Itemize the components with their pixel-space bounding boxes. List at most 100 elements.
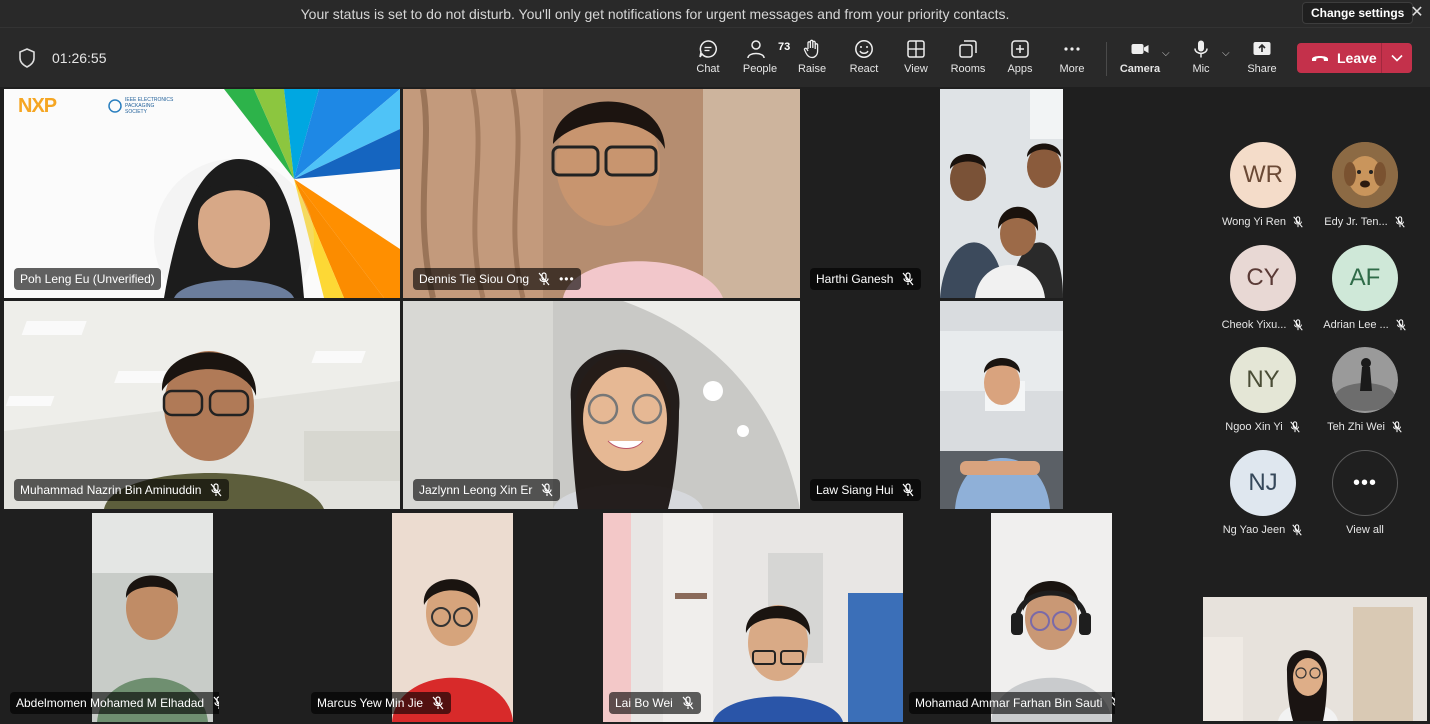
participant-name: Dennis Tie Siou Ong xyxy=(419,272,530,286)
mic-off-icon xyxy=(541,483,553,497)
video-tile-speaker-1[interactable]: NXP IEEE ELECTRONICS PACKAGING SOCIETY P… xyxy=(4,89,400,298)
video-feed-law[interactable] xyxy=(940,301,1063,509)
tile-more-options-icon[interactable]: ••• xyxy=(559,272,575,286)
video-feed xyxy=(4,301,400,509)
hang-up-icon xyxy=(1312,56,1328,61)
mic-off-icon xyxy=(1293,216,1303,228)
roster-item[interactable]: Teh Zhi Wei xyxy=(1313,347,1417,447)
participant-name: Abdelmomen Mohamed M Elhadad xyxy=(16,696,205,710)
more-dots-icon xyxy=(1064,47,1080,51)
camera-icon xyxy=(1131,44,1149,54)
roster-item[interactable]: Edy Jr. Ten... xyxy=(1313,142,1417,242)
roster-name-row: Ngoo Xin Yi xyxy=(1225,421,1300,433)
leave-main-button[interactable]: Leave xyxy=(1297,43,1381,73)
mic-off-icon xyxy=(432,696,444,710)
participant-name-tag: Harthi Ganesh xyxy=(810,268,922,290)
participant-name: Lai Bo Wei xyxy=(615,696,673,710)
nxp-logo: NXP xyxy=(18,95,57,117)
view-all-button[interactable]: ••• View all xyxy=(1313,450,1417,550)
view-all-label: View all xyxy=(1346,524,1384,536)
chat-icon xyxy=(699,40,717,58)
change-settings-button[interactable]: Change settings xyxy=(1302,2,1414,24)
people-icon xyxy=(747,40,765,59)
more-dots-icon: ••• xyxy=(1332,450,1398,516)
apps-button[interactable]: Apps xyxy=(994,38,1046,82)
meeting-timer: 01:26:55 xyxy=(52,50,107,66)
rooms-label: Rooms xyxy=(950,63,986,75)
avatar xyxy=(1332,142,1398,208)
mic-options-chevron-icon[interactable]: ⌵ xyxy=(1222,48,1230,59)
video-tile-participant[interactable]: Lai Bo Wei xyxy=(603,513,903,722)
more-button[interactable]: More xyxy=(1046,38,1098,82)
mic-off-icon xyxy=(682,696,694,710)
participant-name: Poh Leng Eu (Unverified) xyxy=(20,272,155,286)
dnd-notification-bar: Your status is set to do not disturb. Yo… xyxy=(0,0,1430,27)
roster-name-row: Cheok Yixu... xyxy=(1222,319,1305,331)
roster-item[interactable]: NY Ngoo Xin Yi xyxy=(1211,347,1315,447)
video-tile-participant[interactable]: Dennis Tie Siou Ong ••• xyxy=(403,89,800,298)
video-tile-participant[interactable]: Harthi Ganesh xyxy=(804,89,940,298)
participant-name-tag: Lai Bo Wei xyxy=(609,692,701,714)
mic-button[interactable]: Mic xyxy=(1175,38,1227,82)
close-icon[interactable]: ✕ xyxy=(1408,3,1426,23)
leave-button[interactable]: Leave xyxy=(1297,43,1412,73)
grid-view-icon xyxy=(907,40,925,58)
participant-name-tag: Law Siang Hui xyxy=(810,479,922,501)
more-label: More xyxy=(1059,63,1085,75)
mic-off-icon xyxy=(1292,524,1302,536)
camera-button[interactable]: Camera xyxy=(1114,38,1166,82)
video-feed-harthi[interactable] xyxy=(940,89,1063,298)
video-feed xyxy=(1203,597,1427,721)
self-view-tile[interactable] xyxy=(1203,597,1427,721)
roster-item[interactable]: NJ Ng Yao Jeen xyxy=(1211,450,1315,550)
participant-name-tag: Dennis Tie Siou Ong ••• xyxy=(413,268,581,290)
video-tile-participant[interactable]: Mohamad Ammar Farhan Bin Sauti xyxy=(905,513,1115,722)
video-feed xyxy=(991,513,1112,722)
roster-name: Wong Yi Ren xyxy=(1221,216,1286,228)
presentation-background xyxy=(4,89,400,298)
toolbar-divider xyxy=(1106,42,1107,76)
people-button[interactable]: 73 People xyxy=(734,38,790,82)
rooms-button[interactable]: Rooms xyxy=(942,38,994,82)
roster-name-row: Wong Yi Ren xyxy=(1222,216,1304,228)
roster-name-row: Edy Jr. Ten... xyxy=(1324,216,1405,228)
smiley-icon xyxy=(855,40,873,58)
avatar: WR xyxy=(1230,142,1296,208)
video-tile-participant[interactable]: Law Siang Hui xyxy=(804,301,940,509)
participant-name-tag: Muhammad Nazrin Bin Aminuddin xyxy=(14,479,230,501)
video-tile-participant[interactable]: Abdelmomen Mohamed M Elhadad xyxy=(4,513,219,722)
roster-name: Teh Zhi Wei xyxy=(1327,421,1385,433)
people-label: People xyxy=(742,63,778,75)
mic-off-icon xyxy=(538,272,550,286)
leave-options-chevron-icon[interactable] xyxy=(1382,43,1412,73)
mic-off-icon xyxy=(1290,421,1300,433)
participant-name-tag: Marcus Yew Min Jie xyxy=(311,692,452,714)
video-feed xyxy=(940,301,1063,509)
avatar: NJ xyxy=(1230,450,1296,516)
video-tile-participant[interactable]: Jazlynn Leong Xin Er xyxy=(403,301,800,509)
participant-name: Harthi Ganesh xyxy=(816,272,894,286)
roster-name-row: Adrian Lee ... xyxy=(1323,319,1406,331)
chat-button[interactable]: Chat xyxy=(682,38,734,82)
video-tile-participant[interactable]: Marcus Yew Min Jie xyxy=(305,513,514,722)
share-label: Share xyxy=(1247,63,1277,75)
meeting-toolbar: 01:26:55 Chat 73 People Raise React View… xyxy=(0,27,1430,87)
video-tile-participant[interactable]: Muhammad Nazrin Bin Aminuddin xyxy=(4,301,400,509)
roster-item[interactable]: CY Cheok Yixu... xyxy=(1211,245,1315,345)
mic-off-icon xyxy=(902,483,914,497)
roster-name: Cheok Yixu... xyxy=(1221,319,1287,331)
mic-off-icon xyxy=(1392,421,1402,433)
share-button[interactable]: Share xyxy=(1236,38,1288,82)
raise-hand-button[interactable]: Raise xyxy=(786,38,838,82)
roster-item[interactable]: WR Wong Yi Ren xyxy=(1211,142,1315,242)
participant-name-tag: Poh Leng Eu (Unverified) xyxy=(14,268,161,290)
dnd-notification-text: Your status is set to do not disturb. Yo… xyxy=(300,5,1010,22)
video-feed xyxy=(940,89,1063,298)
roster-item[interactable]: AF Adrian Lee ... xyxy=(1313,245,1417,345)
camera-options-chevron-icon[interactable]: ⌵ xyxy=(1162,48,1170,59)
view-button[interactable]: View xyxy=(890,38,942,82)
react-button[interactable]: React xyxy=(838,38,890,82)
participant-name-tag: Mohamad Ammar Farhan Bin Sauti xyxy=(909,692,1115,714)
video-feed xyxy=(392,513,513,722)
roster-name: Adrian Lee ... xyxy=(1323,319,1389,331)
